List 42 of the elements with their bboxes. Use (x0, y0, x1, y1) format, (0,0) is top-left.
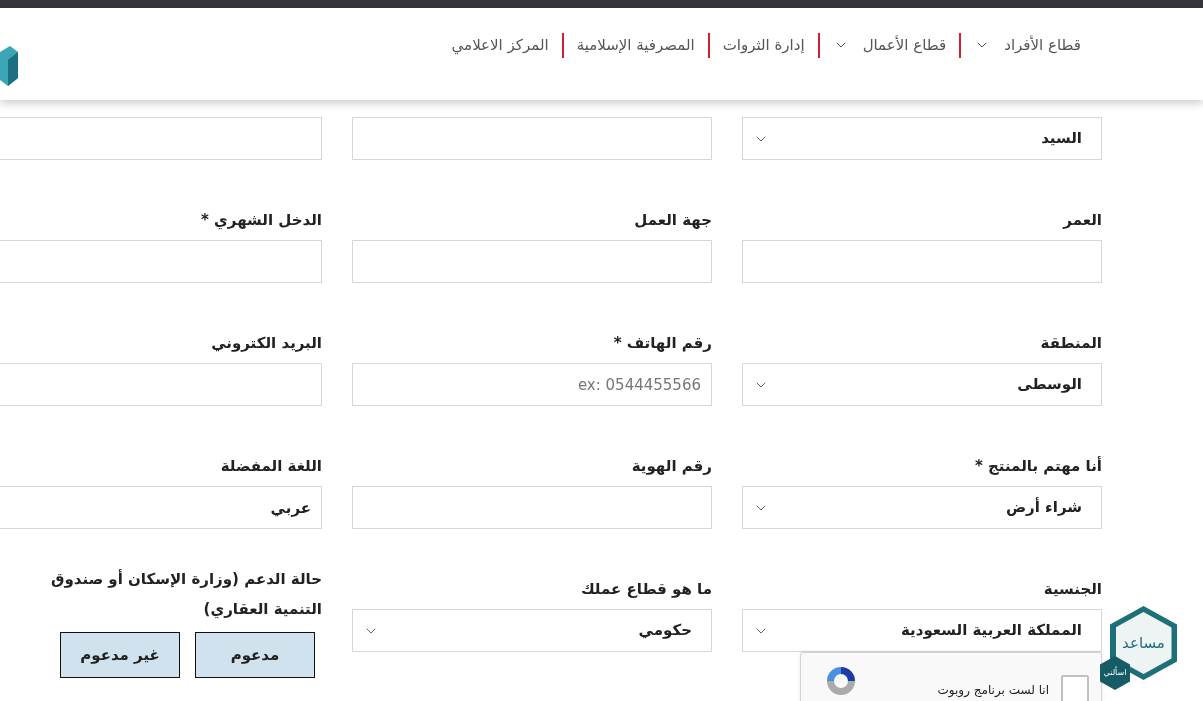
field-label: اللغة المفضلة (219, 456, 322, 477)
captcha-checkbox[interactable] (1061, 675, 1089, 701)
input-field[interactable] (352, 486, 712, 529)
field-label: المنطقة (1039, 333, 1102, 354)
option-button[interactable]: غير مدعوم (60, 632, 180, 678)
field-label: العمر (1061, 210, 1102, 231)
select-field[interactable]: السيد (742, 117, 1102, 160)
select-field[interactable]: المملكة العربية السعودية (742, 609, 1102, 652)
field-label: البريد الكتروني (210, 333, 322, 354)
field-label: الدخل الشهري * (200, 210, 322, 232)
input-field[interactable] (352, 117, 712, 160)
field-label: ما هو قطاع عملك (579, 579, 712, 600)
nav-link[interactable]: المصرفية الإسلامية (576, 33, 695, 57)
input-field[interactable] (352, 240, 712, 283)
nav-link[interactable]: إدارة الثروات (722, 33, 805, 57)
input-field[interactable] (0, 363, 322, 406)
ask-badge[interactable]: اسألني (1100, 656, 1130, 690)
field-label: رقم الهوية (630, 456, 712, 477)
select-value: المملكة العربية السعودية (900, 620, 1082, 642)
nav-link[interactable]: قطاع الأفراد (974, 33, 1081, 57)
select-value: حكومي (638, 620, 692, 642)
nav-link[interactable]: قطاع الأعمال (832, 33, 947, 57)
input-field[interactable] (742, 240, 1102, 283)
input-field[interactable]: ex: 0544455566 (352, 363, 712, 406)
select-field[interactable]: شراء أرض (742, 486, 1102, 529)
field-label: حالة الدعم (وزارة الإسكان أو صندوق التنمية العقاري) (50, 568, 322, 621)
select-value: السيد (1041, 128, 1082, 150)
field-label: الجنسية (1042, 579, 1102, 600)
input-field[interactable] (0, 117, 322, 160)
select-field[interactable]: الوسطى (742, 363, 1102, 406)
field-label: جهة العمل (633, 210, 712, 231)
input-field[interactable] (0, 240, 322, 283)
input-field[interactable]: عربي (0, 486, 322, 529)
captcha-label: انا لست برنامج روبوت (937, 682, 1049, 699)
option-button[interactable]: مدعوم (195, 632, 315, 678)
select-value: الوسطى (1017, 374, 1082, 396)
recaptcha-icon (825, 665, 857, 697)
select-field[interactable]: حكومي (352, 609, 712, 652)
select-value: شراء أرض (1005, 496, 1082, 519)
nav-link[interactable]: المركز الاعلامي (451, 33, 549, 57)
field-label: رقم الهاتف * (612, 333, 712, 354)
field-label: أنا مهتم بالمنتج * (974, 455, 1102, 477)
